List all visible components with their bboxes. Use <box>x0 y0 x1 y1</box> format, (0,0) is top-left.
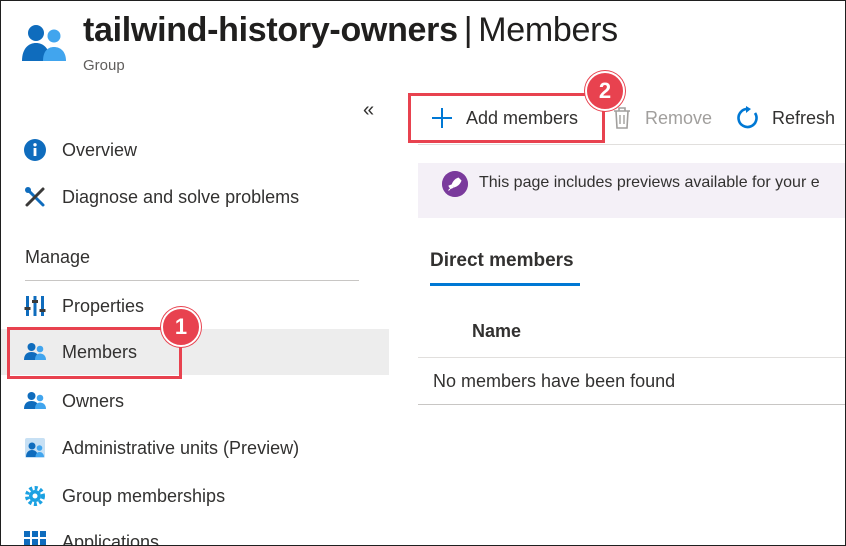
sidebar-item-label: Diagnose and solve problems <box>62 186 300 207</box>
title-separator: | <box>463 11 473 49</box>
sidebar-item-label: Administrative units (Preview) <box>62 437 300 458</box>
divider <box>25 280 359 281</box>
page-subtitle: Group <box>83 57 125 74</box>
sidebar-item-overview[interactable]: Overview <box>1 127 389 173</box>
sidebar-item-label: Owners <box>62 390 125 411</box>
sidebar-item-label: Group memberships <box>62 485 226 506</box>
page-name: Members <box>478 11 618 49</box>
owners-icon <box>24 392 46 409</box>
callout-badge-2: 2 <box>585 71 625 111</box>
apps-grid-icon <box>24 531 46 545</box>
sidebar-item-applications[interactable]: Applications <box>1 519 389 546</box>
sidebar-item-label: Applications <box>62 531 160 546</box>
divider <box>418 144 845 145</box>
preview-banner: This page includes previews available fo… <box>418 163 845 218</box>
callout-highlight-members <box>7 327 182 379</box>
empty-state-message: No members have been found <box>433 371 676 391</box>
window-frame: tailwind-history-owners | Members Group « … <box>0 0 846 546</box>
remove-button[interactable]: Remove <box>612 101 712 135</box>
sidebar-item-label: Properties <box>62 295 145 316</box>
manage-section-header: Manage <box>25 247 91 267</box>
divider <box>418 357 845 358</box>
sidebar-item-owners[interactable]: Owners <box>1 378 389 424</box>
admin-units-icon <box>25 438 45 458</box>
trash-icon <box>614 107 630 129</box>
sidebar-item-diagnose[interactable]: Diagnose and solve problems <box>1 174 389 220</box>
group-people-icon <box>22 25 66 61</box>
tab-direct-members[interactable]: Direct members <box>430 250 574 272</box>
column-header-name[interactable]: Name <box>472 321 521 342</box>
rocket-icon <box>442 171 468 197</box>
info-icon <box>24 139 46 161</box>
sidebar-item-group-memberships[interactable]: Group memberships <box>1 473 389 519</box>
refresh-icon <box>737 106 758 129</box>
wrench-screwdriver-icon <box>25 187 45 207</box>
collapse-sidebar-button[interactable]: « <box>363 99 374 122</box>
page-title: tailwind-history-owners | Members <box>83 11 618 50</box>
sidebar-item-administrative-units[interactable]: Administrative units (Preview) <box>1 425 389 471</box>
sidebar-item-label: Overview <box>62 139 138 160</box>
refresh-button[interactable]: Refresh <box>736 101 835 135</box>
group-name: tailwind-history-owners <box>83 11 458 49</box>
divider <box>418 404 845 405</box>
banner-text: This page includes previews available fo… <box>479 174 820 191</box>
active-tab-indicator <box>430 283 580 286</box>
refresh-label: Refresh <box>772 107 836 128</box>
callout-highlight-add-members <box>408 93 605 143</box>
properties-icon <box>24 296 46 316</box>
callout-badge-1: 1 <box>161 307 201 347</box>
remove-label: Remove <box>645 107 713 128</box>
gear-icon <box>25 486 45 506</box>
